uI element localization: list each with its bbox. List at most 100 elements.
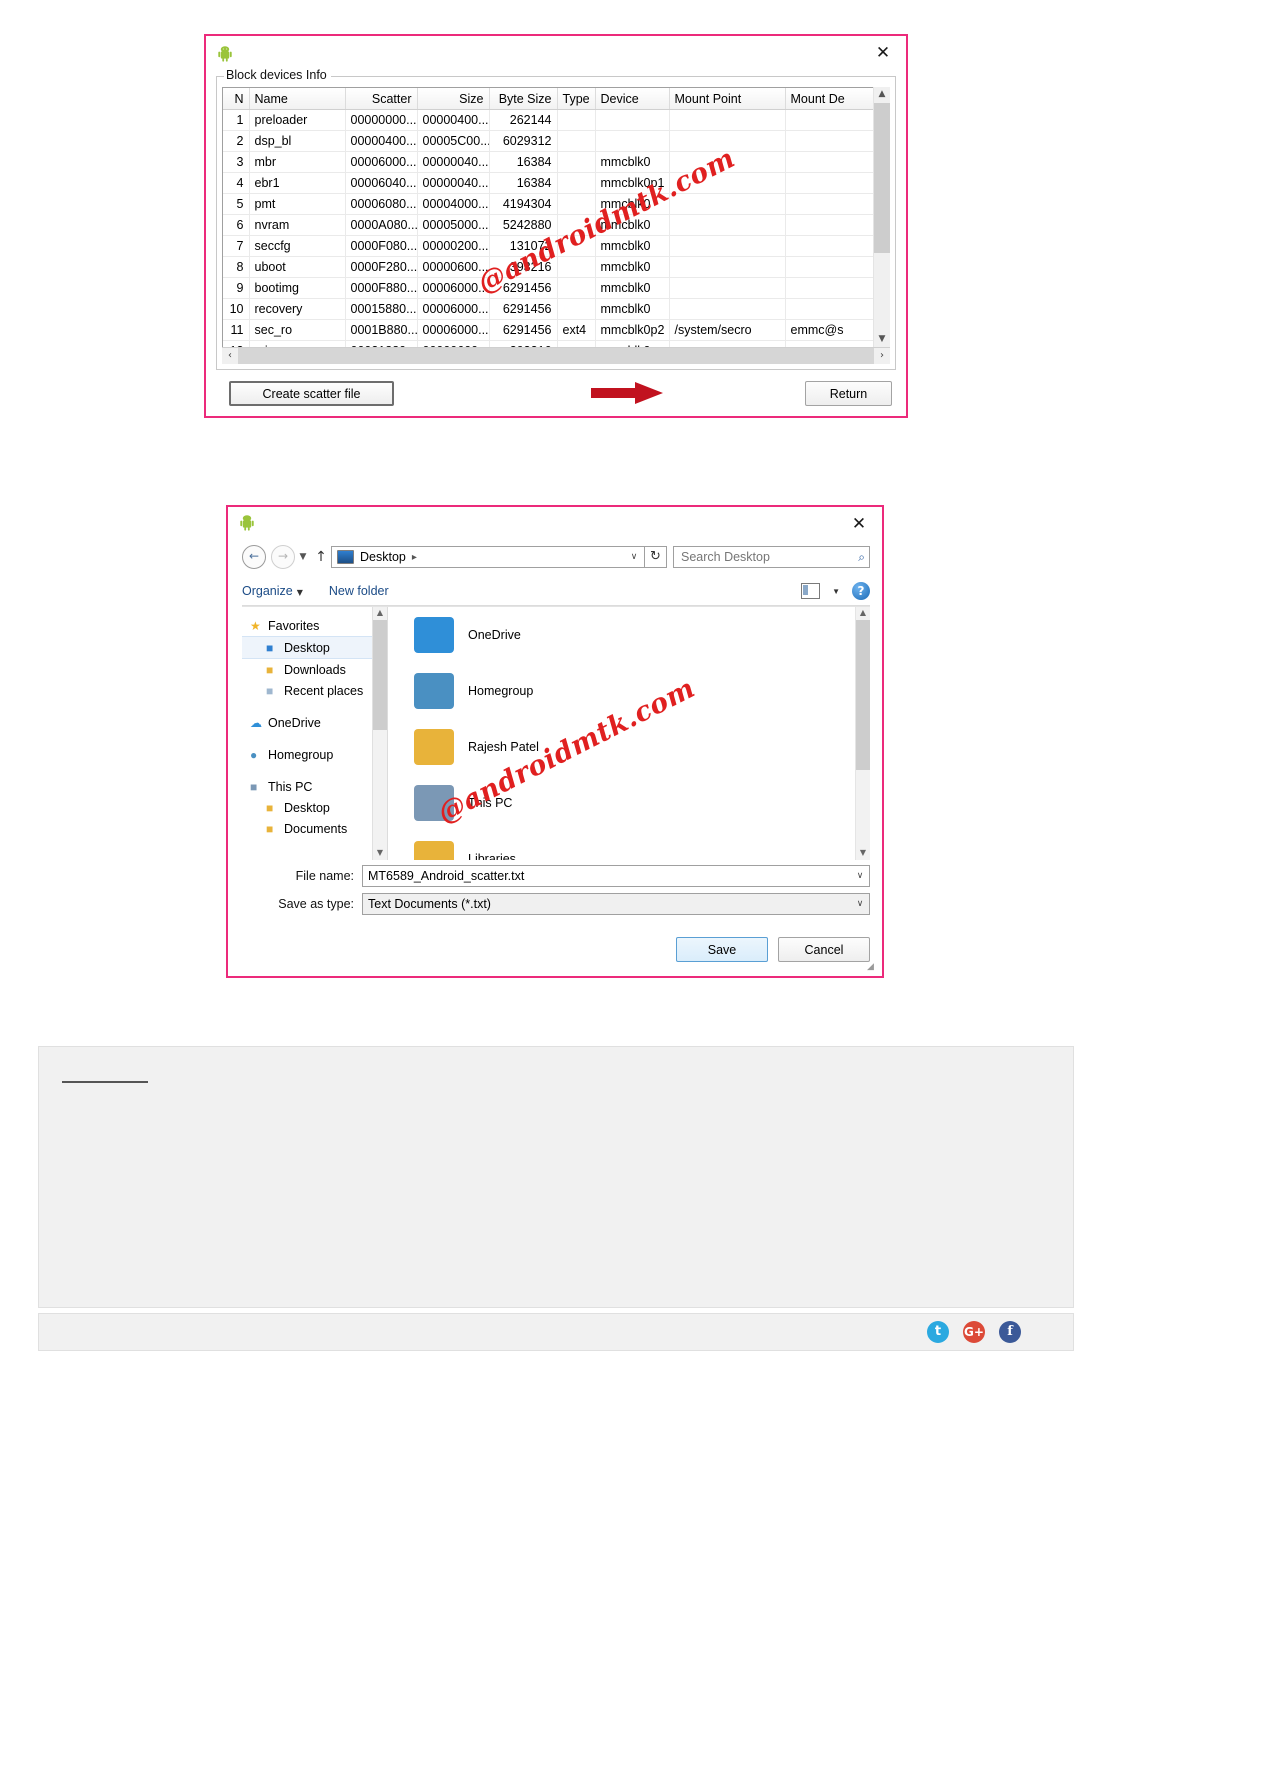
col-header-scatter[interactable]: Scatter: [345, 88, 418, 110]
vertical-scroll-thumb[interactable]: [874, 103, 890, 253]
list-item[interactable]: Rajesh Patel: [388, 719, 870, 775]
cell-scatter: 0000F280...: [345, 256, 418, 278]
file-name-input[interactable]: MT6589_Android_scatter.txt ∨: [362, 865, 870, 887]
navigation-bar: ← → ▼ ↑ Desktop ▸ ∨ ↻ Search Desktop ⌕: [242, 545, 870, 569]
sidebar-item-downloads[interactable]: ■ Downloads: [242, 659, 387, 680]
cell-name: seccfg: [249, 235, 346, 257]
save-as-type-label: Save as type:: [278, 897, 354, 911]
list-item[interactable]: Libraries: [388, 831, 870, 860]
libraries-folder-icon: [414, 841, 454, 860]
table-row[interactable]: 7 seccfg 0000F080... 00000200... 131072 mmcbl…: [223, 235, 889, 257]
new-folder-button[interactable]: New folder: [329, 584, 389, 598]
close-icon[interactable]: ✕: [870, 42, 896, 64]
table-row[interactable]: 3 mbr 00006000... 00000040... 16384 mmcblk0: [223, 151, 889, 173]
resize-grip-icon[interactable]: ◢: [867, 962, 878, 973]
grid-vertical-scrollbar[interactable]: ▲ ▼: [873, 87, 890, 348]
horizontal-scroll-track[interactable]: [238, 348, 874, 364]
file-name-value: MT6589_Android_scatter.txt: [368, 869, 525, 883]
file-list-scrollbar[interactable]: ▲ ▼: [855, 607, 870, 860]
table-row[interactable]: 2 dsp_bl 00000400... 00005C00... 6029312: [223, 130, 889, 152]
up-one-level-icon[interactable]: ↑: [311, 549, 331, 565]
table-row[interactable]: 9 bootimg 0000F880... 00006000... 6291456 mmc…: [223, 277, 889, 299]
file-name-dropdown-icon[interactable]: ∨: [851, 871, 869, 881]
cell-byte-size: 5242880: [489, 214, 558, 236]
cell-mount-point: [669, 256, 786, 278]
list-item[interactable]: OneDrive: [388, 607, 870, 663]
grid-horizontal-scrollbar[interactable]: ‹ ›: [222, 347, 890, 364]
forward-icon[interactable]: →: [271, 545, 295, 569]
sidebar-item-desktop[interactable]: ■ Desktop: [242, 636, 387, 659]
nav-scroll-up-icon[interactable]: ▲: [373, 607, 387, 620]
address-crumb[interactable]: Desktop: [360, 550, 406, 564]
scroll-right-icon[interactable]: ›: [874, 348, 890, 364]
search-icon[interactable]: ⌕: [858, 550, 865, 565]
sidebar-item-onedrive[interactable]: ☁ OneDrive: [242, 712, 387, 733]
sidebar-item-label: OneDrive: [268, 715, 321, 730]
close-icon[interactable]: ✕: [846, 513, 872, 535]
history-dropdown-icon[interactable]: ▼: [295, 552, 311, 562]
sidebar-item-desktop[interactable]: ■ Desktop: [242, 797, 387, 818]
list-item-label: This PC: [468, 796, 513, 810]
refresh-icon[interactable]: ↻: [645, 546, 667, 568]
sidebar-item-documents[interactable]: ■ Documents: [242, 818, 387, 839]
dialog-button-bar: Save Cancel: [676, 937, 870, 962]
scroll-left-icon[interactable]: ‹: [222, 348, 238, 364]
facebook-icon[interactable]: f: [999, 1321, 1021, 1343]
address-bar[interactable]: Desktop ▸ ∨: [331, 546, 645, 568]
col-header-type[interactable]: Type: [557, 88, 596, 110]
col-header-size[interactable]: Size: [417, 88, 490, 110]
table-row[interactable]: 8 uboot 0000F280... 00000600... 393216 mmcblk…: [223, 256, 889, 278]
save-as-type-row: Save as type: Text Documents (*.txt) ∨: [242, 893, 870, 915]
return-button[interactable]: Return: [805, 381, 892, 406]
back-icon[interactable]: ←: [242, 545, 266, 569]
col-header-byte-size[interactable]: Byte Size: [489, 88, 558, 110]
table-row[interactable]: 6 nvram 0000A080... 00005000... 5242880 mmcbl…: [223, 214, 889, 236]
file-scroll-up-icon[interactable]: ▲: [856, 607, 870, 620]
create-scatter-file-button[interactable]: Create scatter file: [229, 381, 394, 406]
cancel-button[interactable]: Cancel: [778, 937, 870, 962]
cell-mount-point: [669, 298, 786, 320]
list-item[interactable]: This PC: [388, 775, 870, 831]
table-row[interactable]: 1 preloader 00000000... 00000400... 262144: [223, 109, 889, 131]
sidebar-item-homegroup[interactable]: ● Homegroup: [242, 744, 387, 765]
sidebar-item-favorites[interactable]: ★ Favorites: [242, 615, 387, 636]
file-scroll-down-icon[interactable]: ▼: [856, 847, 870, 860]
sidebar-item-recent-places[interactable]: ■ Recent places: [242, 680, 387, 701]
cell-scatter: 00006040...: [345, 172, 418, 194]
computer-icon: [414, 785, 454, 821]
help-icon[interactable]: ?: [852, 582, 870, 600]
table-row[interactable]: 5 pmt 00006080... 00004000... 4194304 mmcblk0: [223, 193, 889, 215]
list-item-label: OneDrive: [468, 628, 521, 642]
col-header-device[interactable]: Device: [595, 88, 670, 110]
cell-size: 00006000...: [417, 298, 490, 320]
cell-size: 00000040...: [417, 151, 490, 173]
save-button[interactable]: Save: [676, 937, 768, 962]
twitter-icon[interactable]: t: [927, 1321, 949, 1343]
change-view-icon[interactable]: [801, 583, 821, 599]
table-row[interactable]: 11 sec_ro 0001B880... 00006000... 6291456 ext…: [223, 319, 889, 341]
col-header-name[interactable]: Name: [249, 88, 346, 110]
save-as-type-dropdown-icon[interactable]: ∨: [851, 899, 869, 909]
table-row[interactable]: 10 recovery 00015880... 00006000... 6291456 m…: [223, 298, 889, 320]
table-row[interactable]: 4 ebr1 00006040... 00000040... 16384 mmcblk0p…: [223, 172, 889, 194]
list-item[interactable]: Homegroup: [388, 663, 870, 719]
nav-scroll-down-icon[interactable]: ▼: [373, 847, 387, 860]
file-scroll-thumb[interactable]: [856, 620, 870, 770]
scroll-down-icon[interactable]: ▼: [874, 332, 890, 348]
google-plus-icon[interactable]: G+: [963, 1321, 985, 1343]
search-input[interactable]: Search Desktop ⌕: [673, 546, 870, 568]
col-header-n[interactable]: N: [223, 88, 250, 110]
star-icon: ★: [250, 618, 261, 633]
address-dropdown-icon[interactable]: ∨: [626, 552, 642, 562]
cell-byte-size: 4194304: [489, 193, 558, 215]
scroll-up-icon[interactable]: ▲: [874, 87, 890, 103]
organize-button[interactable]: Organize ▼: [242, 584, 303, 598]
nav-pane-scrollbar[interactable]: ▲ ▼: [372, 607, 387, 860]
view-chevron-down-icon[interactable]: ▼: [832, 587, 840, 596]
save-as-type-select[interactable]: Text Documents (*.txt) ∨: [362, 893, 870, 915]
col-header-mount-point[interactable]: Mount Point: [669, 88, 786, 110]
cell-scatter: 00006080...: [345, 193, 418, 215]
sidebar-item-this-pc[interactable]: ■ This PC: [242, 776, 387, 797]
search-placeholder: Search Desktop: [681, 550, 770, 564]
nav-scroll-thumb[interactable]: [373, 620, 387, 730]
